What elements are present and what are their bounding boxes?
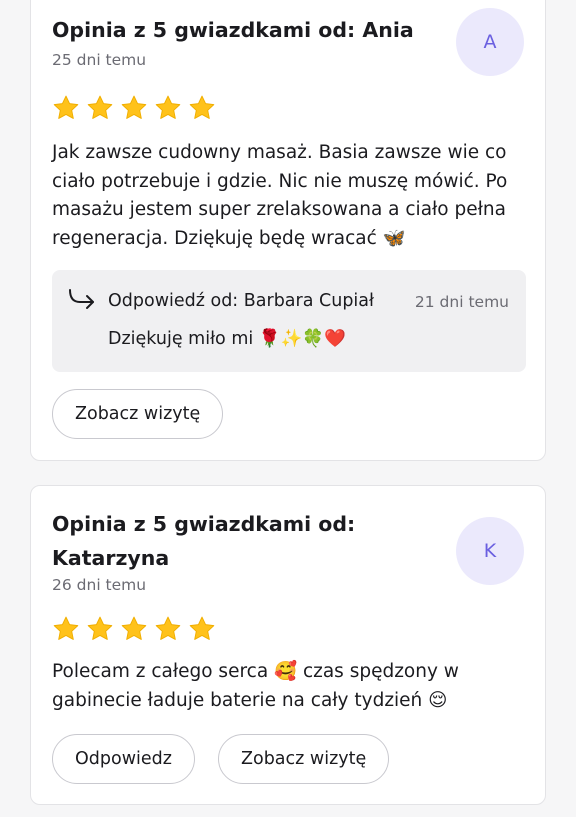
star-rating — [52, 615, 216, 643]
reply-text: Dziękuję miło mi 🌹✨🍀❤️ — [108, 329, 346, 349]
review-text: Jak zawsze cudowny masaż. Basia zawsze w… — [52, 142, 508, 249]
star-icon — [155, 95, 181, 119]
review-card: Opinia z 5 gwiazdkami od: Katarzyna 26 d… — [30, 485, 546, 805]
review-title: Opinia z 5 gwiazdkami od: Ania — [52, 18, 414, 42]
star-icon — [121, 616, 147, 640]
reply-button[interactable]: Odpowiedz — [52, 734, 195, 784]
view-visit-button[interactable]: Zobacz wizytę — [52, 389, 224, 439]
star-icon — [87, 95, 113, 119]
star-icon — [121, 95, 147, 119]
review-card: Opinia z 5 gwiazdkami od: Ania 25 dni te… — [30, 0, 546, 461]
avatar: K — [456, 517, 524, 585]
star-rating — [52, 94, 216, 122]
star-icon — [155, 616, 181, 640]
star-icon — [53, 95, 79, 119]
reply-arrow-icon — [69, 289, 94, 309]
reply-author: Odpowiedź od: Barbara Cupiał — [108, 291, 374, 311]
review-date: 26 dni temu — [52, 576, 147, 594]
review-text: Polecam z całego serca 🥰 czas spędzony w… — [52, 661, 459, 711]
reply-date: 21 dni temu — [414, 293, 509, 311]
avatar: A — [456, 8, 524, 76]
star-icon — [87, 616, 113, 640]
owner-reply: Odpowiedź od: Barbara Cupiał 21 dni temu… — [52, 270, 526, 372]
star-icon — [53, 616, 79, 640]
view-visit-button[interactable]: Zobacz wizytę — [218, 734, 390, 784]
review-date: 25 dni temu — [52, 51, 147, 69]
review-title: Opinia z 5 gwiazdkami od: Katarzyna — [52, 512, 356, 570]
star-icon — [189, 95, 215, 119]
star-icon — [189, 616, 215, 640]
